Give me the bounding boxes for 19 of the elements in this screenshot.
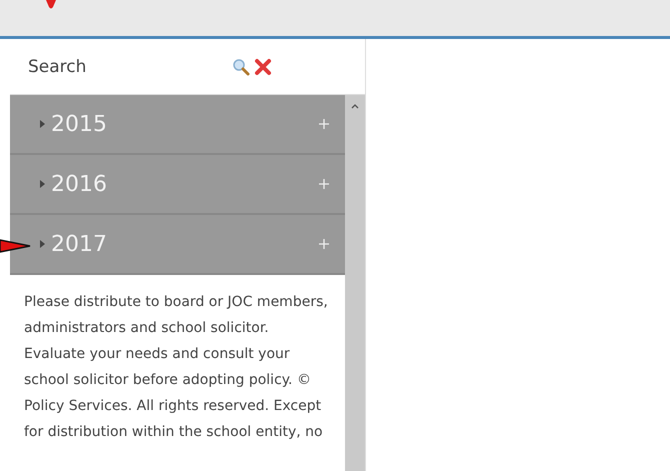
- search-icon[interactable]: [232, 58, 250, 76]
- year-label: 2017: [51, 232, 108, 256]
- plus-icon: [319, 179, 329, 189]
- scrollbar[interactable]: [345, 95, 365, 471]
- caret-icon: [40, 180, 45, 188]
- year-label: 2016: [51, 172, 108, 196]
- plus-icon: [319, 119, 329, 129]
- year-item[interactable]: 2016: [10, 155, 345, 215]
- caret-icon: [40, 120, 45, 128]
- year-label: 2015: [51, 112, 108, 136]
- year-item[interactable]: 2015: [10, 95, 345, 155]
- year-item[interactable]: 2017: [10, 215, 345, 275]
- close-icon[interactable]: [254, 58, 272, 76]
- caret-icon: [40, 240, 45, 248]
- notice-text: Please distribute to board or JOC members, administrators and school solicitor. Evaluate your needs and consult your school solicitor before adopting policy. © Policy Services. All rights reserved. Except for distribution within the school entity, no: [23, 293, 329, 442]
- plus-icon: [319, 239, 329, 249]
- scroll-up-icon[interactable]: [351, 103, 359, 109]
- search-label: Search: [28, 56, 88, 76]
- marker-icon: [45, 0, 57, 10]
